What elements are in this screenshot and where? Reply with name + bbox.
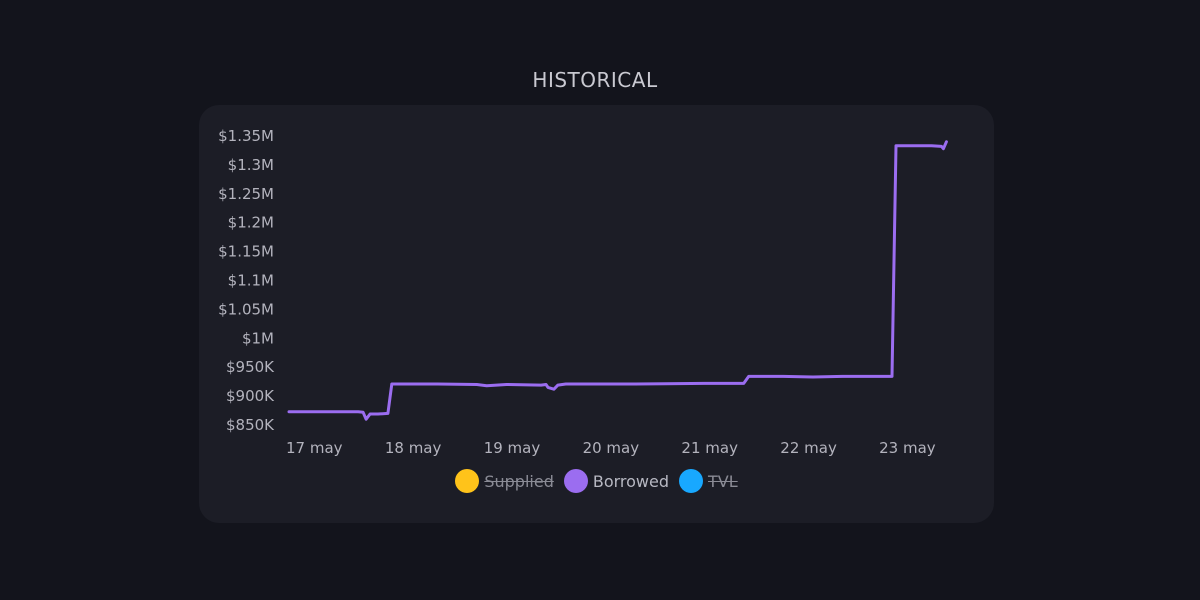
page: HISTORICAL $850K $900K $950K $1M $1.05M $1.1M… <box>0 0 1200 600</box>
x-tick-label: 20 may <box>583 439 640 457</box>
y-tick-label: $1.2M <box>228 214 274 232</box>
x-tick-label: 19 may <box>484 439 541 457</box>
borrowed-dot-icon <box>563 469 588 493</box>
legend-item-borrowed[interactable]: Borrowed <box>563 469 670 493</box>
legend-label-supplied: Supplied <box>484 471 554 491</box>
chart-legend: Supplied Borrowed TVL <box>199 469 994 493</box>
x-tick-label: 23 may <box>879 439 936 457</box>
historical-chart-card: $850K $900K $950K $1M $1.05M $1.1M $1.15M $1.2M… <box>199 105 994 523</box>
y-tick-label: $1.1M <box>228 272 274 290</box>
series-line-borrowed[interactable] <box>287 140 948 421</box>
x-tick-label: 21 may <box>681 439 738 457</box>
y-tick-label: $850K <box>226 416 275 434</box>
tvl-dot-icon <box>679 469 704 493</box>
legend-item-supplied[interactable]: Supplied <box>455 469 554 493</box>
x-tick-label: 17 may <box>286 439 343 457</box>
y-tick-label: $1.15M <box>218 243 274 261</box>
y-tick-label: $1M <box>242 329 274 347</box>
x-tick-label: 18 may <box>385 439 442 457</box>
y-tick-label: $1.25M <box>218 185 274 203</box>
y-tick-label: $900K <box>226 387 275 405</box>
x-tick-label: 22 may <box>780 439 837 457</box>
historical-chart: $850K $900K $950K $1M $1.05M $1.1M $1.15M $1.2M… <box>218 127 948 457</box>
y-tick-label: $1.05M <box>218 300 274 318</box>
legend-item-tvl[interactable]: TVL <box>679 469 738 493</box>
y-tick-label: $950K <box>226 358 275 376</box>
y-tick-label: $1.35M <box>218 127 274 145</box>
chart-title: HISTORICAL <box>532 68 658 92</box>
legend-label-tvl: TVL <box>708 471 738 491</box>
legend-label-borrowed: Borrowed <box>592 471 670 491</box>
y-tick-label: $1.3M <box>228 156 274 174</box>
supplied-dot-icon <box>455 469 480 493</box>
